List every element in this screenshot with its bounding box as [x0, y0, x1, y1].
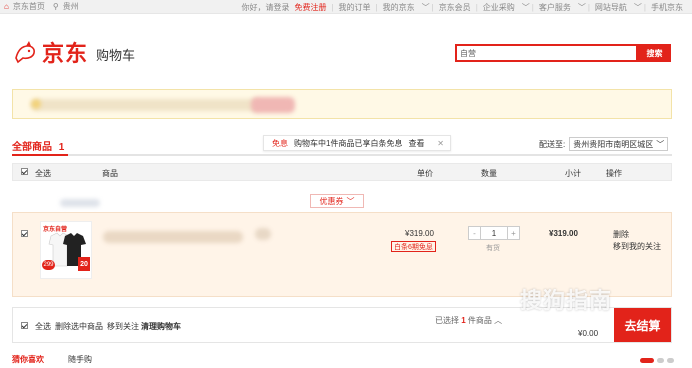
- nav-mobile-jd[interactable]: 手机京东: [646, 2, 688, 13]
- tab-all-products[interactable]: 全部商品 1: [12, 138, 64, 153]
- unit-price: ¥319.00: [405, 229, 434, 238]
- carousel-dots: [640, 358, 674, 363]
- col-subtotal: 小计: [565, 169, 581, 178]
- stock-status: 有货: [486, 245, 500, 252]
- coupon-button[interactable]: 优惠券 ﹀: [310, 194, 364, 208]
- search-input[interactable]: [455, 44, 638, 62]
- blurred-notice-content: [31, 99, 261, 111]
- location-pin-icon: ⚲: [52, 2, 59, 11]
- chevron-down-icon: ﹀: [346, 196, 355, 206]
- select-all-label: 全选: [35, 169, 51, 178]
- deliver-label: 配送至:: [539, 139, 566, 149]
- blurred-shop-name: [60, 199, 100, 207]
- carousel-dot[interactable]: [667, 358, 674, 363]
- move-to-follow-bottom-link[interactable]: 移到关注: [107, 321, 139, 332]
- checkout-button[interactable]: 去结算: [614, 308, 671, 342]
- bottom-select-all-label: 全选: [35, 322, 51, 331]
- nav-customer-service[interactable]: 客户服务: [534, 2, 576, 13]
- move-to-follow-link[interactable]: 移到我的关注: [613, 241, 661, 253]
- tab-guess-you-like[interactable]: 猜你喜欢: [12, 354, 44, 365]
- search-button[interactable]: 搜索: [638, 44, 671, 62]
- tip-tag: 免息: [272, 138, 288, 148]
- tip-text: 购物车中1件商品已享白条免息: [294, 138, 403, 148]
- selected-count: 1: [461, 316, 466, 325]
- carousel-dot[interactable]: [657, 358, 664, 363]
- recommend-tabs: 猜你喜欢 随手购: [12, 354, 92, 365]
- blurred-product-title: [103, 231, 243, 243]
- tab-all-label: 全部商品: [12, 142, 52, 153]
- coupon-label: 优惠券: [319, 196, 344, 206]
- watermark: 搜狗指南: [520, 288, 613, 313]
- home-icon[interactable]: ⌂: [4, 2, 9, 11]
- blurred-notice-highlight: [251, 97, 295, 113]
- item-subtotal: ¥319.00: [549, 229, 578, 238]
- selected-summary: 已选择 1 件商品 ︿: [435, 315, 502, 326]
- close-icon[interactable]: ✕: [437, 139, 444, 148]
- search-bar: 搜索: [455, 44, 671, 62]
- selected-suffix: 件商品: [467, 316, 492, 325]
- total-amount: ¥0.00: [578, 329, 599, 338]
- logo-text: 京东: [42, 41, 89, 66]
- selected-prefix: 已选择: [435, 316, 459, 325]
- item-operations: 删除 移到我的关注: [613, 229, 661, 253]
- register-link[interactable]: 免费注册: [294, 2, 331, 13]
- installment-promo[interactable]: 白条6期免息: [391, 241, 436, 252]
- chevron-down-icon: ﹀: [656, 139, 665, 149]
- tab-active-underline: [12, 154, 68, 156]
- col-product: 商品: [102, 169, 118, 178]
- deliver-value: 贵州贵阳市南明区城区: [573, 139, 654, 149]
- blurred-product-spec: [255, 228, 271, 240]
- deliver-selector[interactable]: 贵州贵阳市南明区城区 ﹀: [569, 137, 669, 151]
- location-selector[interactable]: 贵州: [63, 1, 79, 12]
- login-link[interactable]: 你好，请登录: [236, 2, 294, 13]
- nav-my-jd[interactable]: 我的京东: [378, 2, 420, 13]
- nav-enterprise[interactable]: 企业采购: [478, 2, 520, 13]
- quantity-input[interactable]: 1: [480, 227, 508, 239]
- jd-logo[interactable]: 京东 购物车: [12, 36, 135, 68]
- chevron-down-icon: ﹀: [421, 2, 430, 12]
- blurred-notice-icon: [31, 99, 41, 109]
- col-quantity: 数量: [481, 169, 497, 178]
- quantity-increase-button[interactable]: +: [508, 227, 519, 239]
- tab-all-count: 1: [58, 142, 65, 153]
- nav-jd-member[interactable]: 京东会员: [434, 2, 476, 13]
- nav-my-orders[interactable]: 我的订单: [334, 2, 376, 13]
- clear-cart-link[interactable]: 清理购物车: [141, 321, 181, 332]
- carousel-dot-active[interactable]: [640, 358, 654, 363]
- checkout-label: 去结算: [624, 318, 661, 333]
- chevron-down-icon: ﹀: [521, 2, 530, 12]
- page-title: 购物车: [96, 47, 136, 63]
- product-thumbnail[interactable]: 京东自营 299 20: [40, 221, 92, 279]
- chevron-down-icon: ﹀: [577, 2, 586, 12]
- tab-quick-buy[interactable]: 随手购: [68, 354, 92, 365]
- select-all-checkbox[interactable]: [21, 168, 28, 177]
- delivery-address: 配送至: 贵州贵阳市南明区城区 ﹀: [539, 137, 669, 151]
- interest-free-tip: 免息 购物车中1件商品已享白条免息 查看 ✕: [263, 135, 451, 151]
- nav-site-map[interactable]: 网站导航: [590, 2, 632, 13]
- delete-item-link[interactable]: 删除: [613, 229, 661, 241]
- col-price: 单价: [417, 169, 433, 178]
- chevron-up-icon[interactable]: ︿: [494, 316, 502, 325]
- price-badge: 299: [42, 260, 55, 270]
- tip-view-link[interactable]: 查看: [408, 138, 424, 149]
- bottom-select-all-checkbox[interactable]: [21, 322, 28, 331]
- discount-badge: 20: [78, 257, 90, 271]
- col-operations: 操作: [606, 169, 622, 178]
- home-link[interactable]: 京东首页: [13, 1, 45, 12]
- delete-selected-link[interactable]: 删除选中商品: [55, 321, 103, 332]
- item-checkbox[interactable]: [21, 230, 28, 239]
- notice-banner: [12, 89, 672, 119]
- quantity-stepper: - 1 +: [468, 226, 520, 240]
- jd-dog-mascot-icon: [15, 41, 35, 64]
- top-bar: ⌂ 京东首页 ⚲ 贵州 你好，请登录 免费注册 | 我的订单 | 我的京东 ﹀ …: [0, 0, 692, 14]
- chevron-down-icon: ﹀: [633, 2, 642, 12]
- cart-table-header: 全选 商品 单价 数量 小计 操作: [12, 163, 672, 181]
- quantity-decrease-button[interactable]: -: [469, 227, 480, 239]
